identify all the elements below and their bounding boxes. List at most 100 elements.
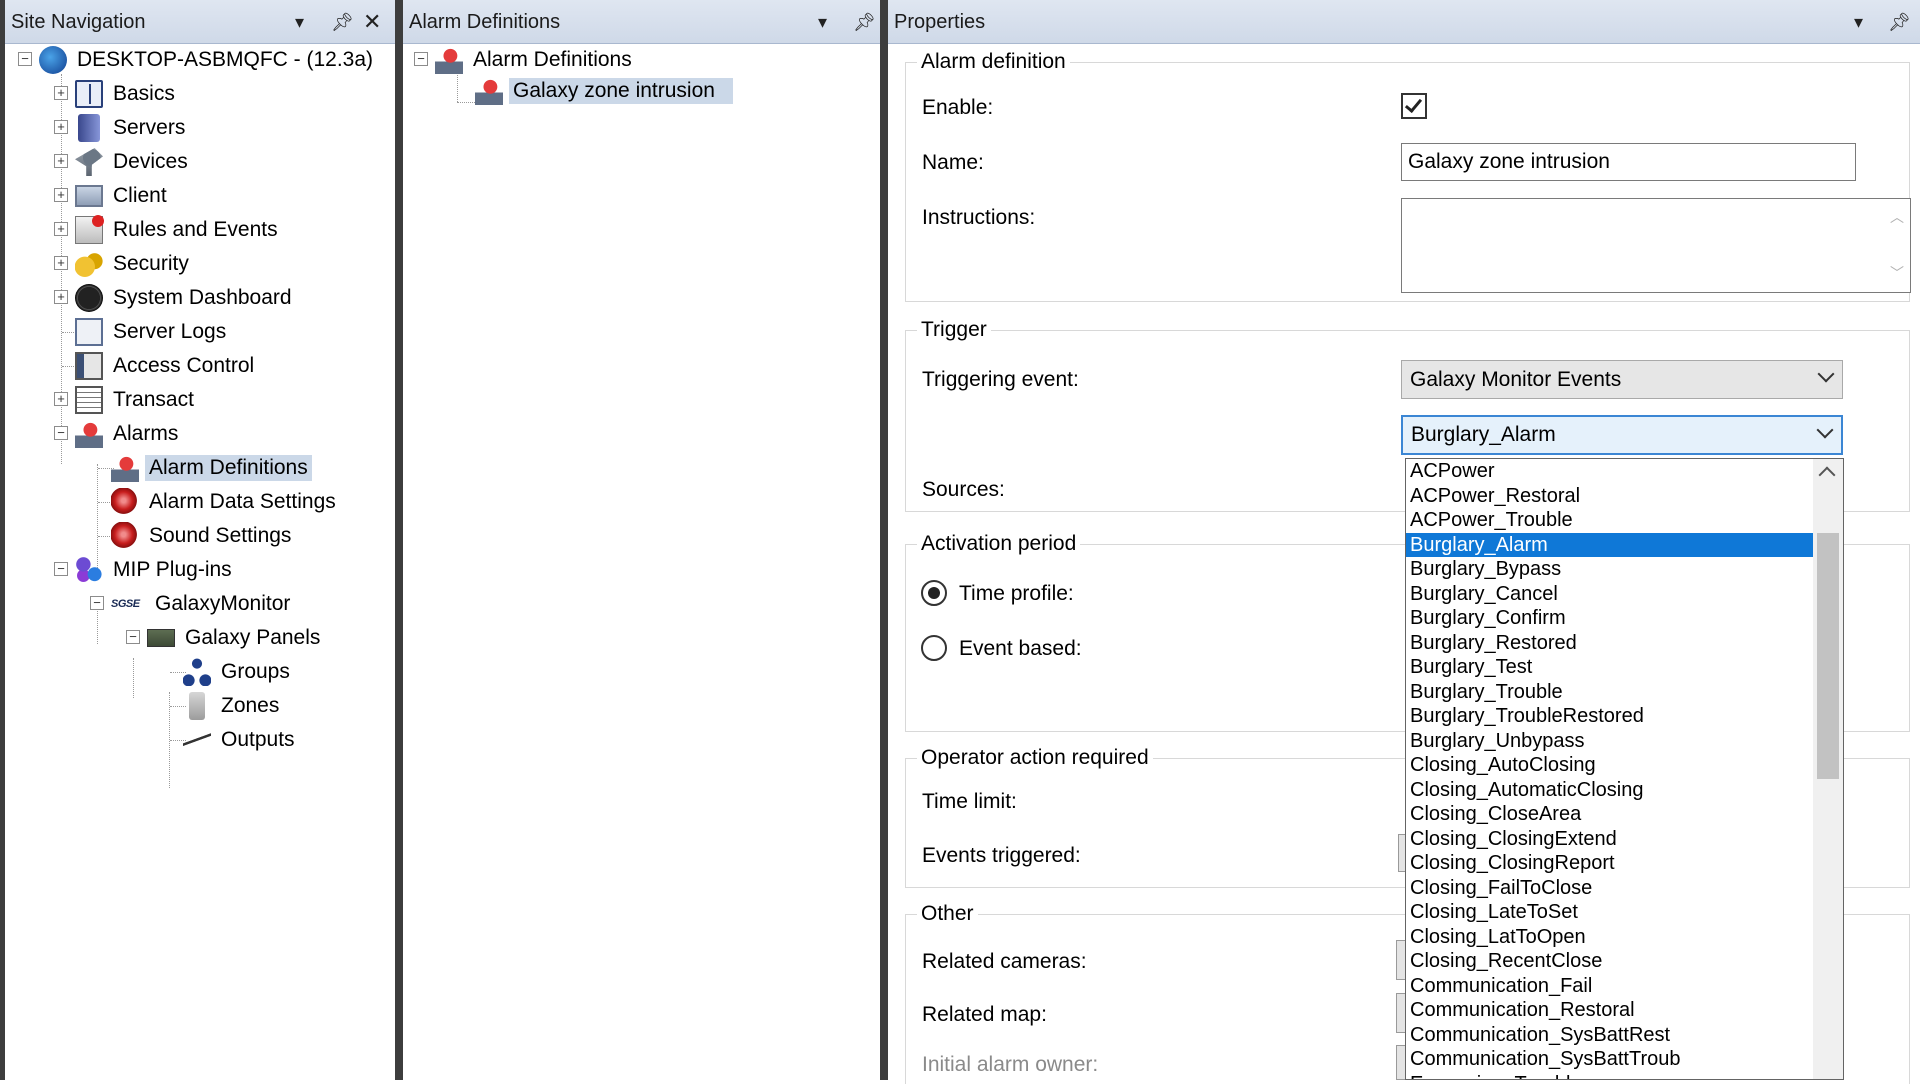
dropdown-option[interactable]: ACPower xyxy=(1406,459,1843,484)
tree-item-devices[interactable]: Devices xyxy=(75,146,192,178)
pin-icon[interactable]: 📌︎ xyxy=(331,0,354,44)
scroll-up-icon[interactable] xyxy=(1818,466,1836,484)
dropdown-option[interactable]: Burglary_Restored xyxy=(1406,631,1843,656)
tree-item-outputs[interactable]: Outputs xyxy=(183,724,299,756)
dropdown-option[interactable]: ACPower_Trouble xyxy=(1406,508,1843,533)
collapse-toggle[interactable]: − xyxy=(90,596,104,610)
dropdown-option[interactable]: Closing_ClosingReport xyxy=(1406,851,1843,876)
tree-item-label: System Dashboard xyxy=(113,286,292,309)
dropdown-option[interactable]: Burglary_TroubleRestored xyxy=(1406,704,1843,729)
name-field[interactable]: Galaxy zone intrusion xyxy=(1401,143,1856,181)
expand-toggle[interactable]: + xyxy=(54,188,68,202)
scroll-up-icon[interactable]: ︿ xyxy=(1884,207,1910,227)
dropdown-option[interactable]: Closing_LatToOpen xyxy=(1406,925,1843,950)
enable-checkbox[interactable] xyxy=(1401,93,1427,119)
expand-toggle[interactable]: + xyxy=(54,222,68,236)
dropdown-option[interactable]: Closing_ClosingExtend xyxy=(1406,827,1843,852)
dropdown-arrow-icon[interactable]: ▾ xyxy=(1854,0,1863,44)
dropdown-option[interactable]: Closing_RecentClose xyxy=(1406,949,1843,974)
dropdown-option[interactable]: Burglary_Unbypass xyxy=(1406,729,1843,754)
event-type-select[interactable]: Burglary_Alarm xyxy=(1401,415,1843,455)
dropdown-option[interactable]: Burglary_Alarm xyxy=(1406,532,1843,557)
tree-item-sound-settings[interactable]: Sound Settings xyxy=(111,520,295,552)
tree-item-groups[interactable]: Groups xyxy=(183,656,294,688)
event-type-dropdown-list[interactable]: ACPower ACPower_Restoral ACPower_Trouble Bu… xyxy=(1405,458,1844,1080)
tree-item-label: Access Control xyxy=(113,354,255,377)
expand-toggle[interactable]: + xyxy=(54,256,68,270)
pin-icon[interactable]: 📌︎ xyxy=(1888,0,1911,44)
time-profile-radio[interactable] xyxy=(921,580,947,606)
tree-item-client[interactable]: Client xyxy=(75,180,171,212)
tree-item-label: Galaxy zone intrusion xyxy=(509,78,733,104)
tree-item-label: Alarm Definitions xyxy=(145,455,312,481)
collapse-toggle[interactable]: − xyxy=(54,426,68,440)
dropdown-option[interactable]: Closing_AutoClosing xyxy=(1406,753,1843,778)
triggering-event-select[interactable]: Galaxy Monitor Events xyxy=(1401,360,1843,399)
expand-toggle[interactable]: + xyxy=(54,290,68,304)
tree-item-alarm-data-settings[interactable]: Alarm Data Settings xyxy=(111,486,340,518)
dropdown-option[interactable]: Expansion_Trouble xyxy=(1406,1072,1843,1080)
tree-item-galaxy-panels[interactable]: Galaxy Panels xyxy=(147,622,324,654)
monitor-icon xyxy=(75,185,103,207)
close-icon[interactable]: ✕ xyxy=(363,0,381,44)
dropdown-scrollbar[interactable] xyxy=(1813,459,1843,1079)
dropdown-arrow-icon[interactable]: ▾ xyxy=(818,0,827,44)
expand-toggle[interactable]: + xyxy=(54,154,68,168)
expand-toggle[interactable]: + xyxy=(54,120,68,134)
dropdown-option[interactable]: Closing_LateToSet xyxy=(1406,900,1843,925)
chevron-down-icon xyxy=(1816,421,1834,439)
collapse-toggle[interactable]: − xyxy=(54,562,68,576)
event-based-label: Event based: xyxy=(959,637,1082,660)
tree-item-label: Alarm Data Settings xyxy=(149,490,336,513)
tree-item-basics[interactable]: Basics xyxy=(75,78,179,110)
collapse-toggle[interactable]: − xyxy=(414,52,428,66)
initial-alarm-owner-label: Initial alarm owner: xyxy=(922,1053,1099,1076)
collapse-toggle[interactable]: − xyxy=(126,630,140,644)
expand-toggle[interactable]: + xyxy=(54,86,68,100)
site-navigation-pane: Site Navigation ▾ 📌︎ ✕ − DESKTOP-ASBMQFC… xyxy=(5,0,395,1080)
scroll-down-icon[interactable]: ﹀ xyxy=(1884,263,1910,283)
dropdown-option[interactable]: Communication_SysBattRest xyxy=(1406,1023,1843,1048)
dropdown-option[interactable]: Communication_SysBattTroub xyxy=(1406,1047,1843,1072)
pin-icon[interactable]: 📌︎ xyxy=(853,0,876,44)
collapse-toggle[interactable]: − xyxy=(18,52,32,66)
tree-item-security[interactable]: Security xyxy=(75,248,193,280)
dropdown-option[interactable]: Burglary_Trouble xyxy=(1406,680,1843,705)
dropdown-option[interactable]: Communication_Fail xyxy=(1406,974,1843,999)
tree-item-server-logs[interactable]: Server Logs xyxy=(75,316,230,348)
alarm-definition-item[interactable]: Galaxy zone intrusion xyxy=(475,75,733,107)
triggering-event-label: Triggering event: xyxy=(922,368,1079,391)
event-based-radio[interactable] xyxy=(921,635,947,661)
alarm-definitions-root[interactable]: Alarm Definitions xyxy=(435,44,636,76)
dropdown-option[interactable]: Burglary_Test xyxy=(1406,655,1843,680)
pane-splitter[interactable] xyxy=(395,0,403,1080)
tree-item-galaxy-monitor[interactable]: SGSE GalaxyMonitor xyxy=(111,588,294,620)
pane-splitter[interactable] xyxy=(880,0,888,1080)
dropdown-option[interactable]: Burglary_Bypass xyxy=(1406,557,1843,582)
tree-root-server[interactable]: DESKTOP-ASBMQFC - (12.3a) xyxy=(39,44,377,76)
panel-device-icon xyxy=(147,629,175,647)
dropdown-option[interactable]: Burglary_Confirm xyxy=(1406,606,1843,631)
dropdown-option[interactable]: Burglary_Cancel xyxy=(1406,582,1843,607)
expand-toggle[interactable]: + xyxy=(54,392,68,406)
operator-action-group-title: Operator action required xyxy=(917,746,1153,770)
tree-item-alarms[interactable]: Alarms xyxy=(75,418,182,450)
instructions-field[interactable]: ︿ ﹀ xyxy=(1401,198,1911,293)
scrollbar-thumb[interactable] xyxy=(1817,533,1839,779)
tree-item-alarm-definitions[interactable]: Alarm Definitions xyxy=(111,452,312,484)
tree-item-mip-plugins[interactable]: MIP Plug-ins xyxy=(75,554,236,586)
instructions-scrollbar[interactable]: ︿ ﹀ xyxy=(1884,199,1910,292)
tree-item-access-control[interactable]: Access Control xyxy=(75,350,258,382)
alarm-icon xyxy=(435,46,463,74)
tree-item-system-dashboard[interactable]: System Dashboard xyxy=(75,282,296,314)
dropdown-option[interactable]: Closing_AutomaticClosing xyxy=(1406,778,1843,803)
dropdown-option[interactable]: Closing_FailToClose xyxy=(1406,876,1843,901)
dropdown-arrow-icon[interactable]: ▾ xyxy=(295,0,304,44)
dropdown-option[interactable]: Communication_Restoral xyxy=(1406,998,1843,1023)
tree-item-zones[interactable]: Zones xyxy=(183,690,283,722)
tree-item-servers[interactable]: Servers xyxy=(75,112,189,144)
dropdown-option[interactable]: ACPower_Restoral xyxy=(1406,484,1843,509)
tree-item-rules-and-events[interactable]: Rules and Events xyxy=(75,214,282,246)
tree-item-transact[interactable]: Transact xyxy=(75,384,198,416)
dropdown-option[interactable]: Closing_CloseArea xyxy=(1406,802,1843,827)
